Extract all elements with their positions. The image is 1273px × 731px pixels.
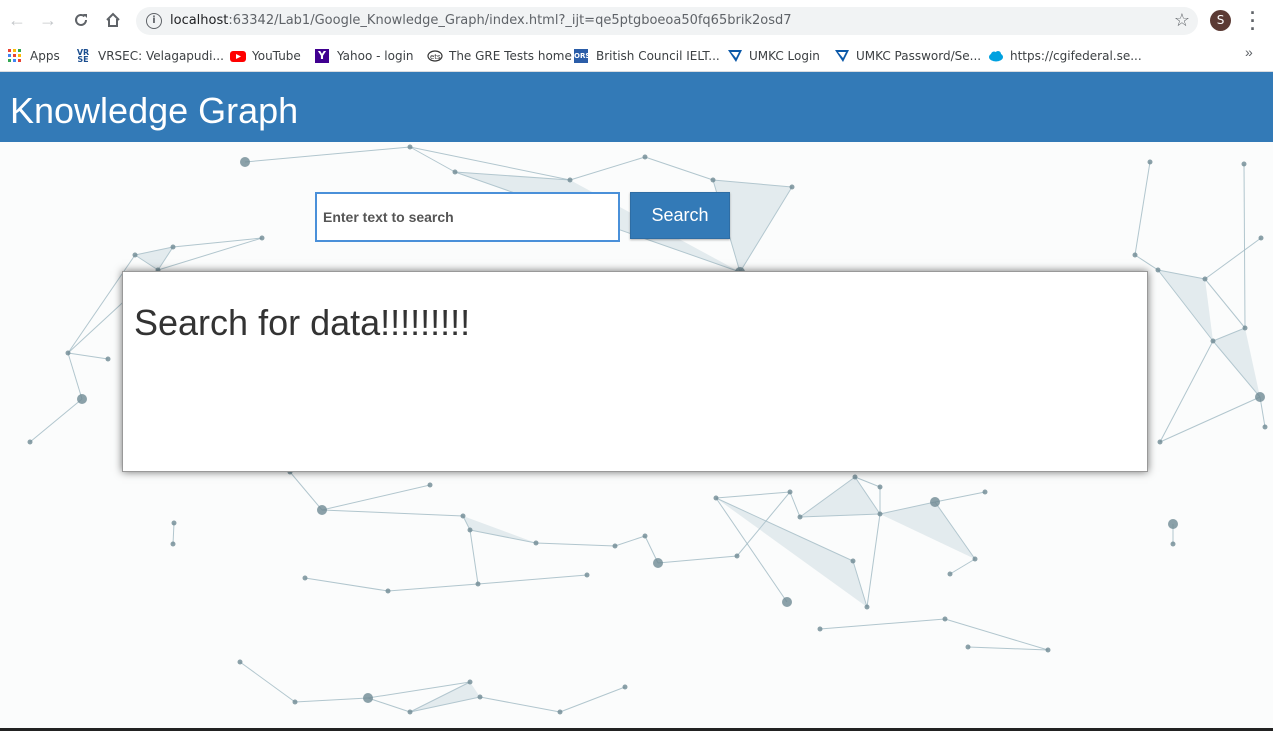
url-host: localhost xyxy=(170,13,229,28)
url-text: localhost:63342/Lab1/Google_Knowledge_Gr… xyxy=(170,13,792,28)
home-icon[interactable] xyxy=(101,8,125,32)
bookmark-label: https://cgifederal.se... xyxy=(1010,49,1142,63)
address-bar[interactable]: i localhost:63342/Lab1/Google_Knowledge_… xyxy=(136,7,1198,35)
search-input[interactable] xyxy=(315,192,620,242)
bookmark-gre[interactable]: ets The GRE Tests home xyxy=(427,46,572,66)
ets-icon: ets xyxy=(427,49,443,63)
bookmark-label: Yahoo - login xyxy=(337,49,414,63)
svg-text:ets: ets xyxy=(430,53,441,61)
bookmarks-overflow-icon[interactable]: » xyxy=(1245,44,1253,60)
page-title: Knowledge Graph xyxy=(10,90,299,131)
url-path: :63342/Lab1/Google_Knowledge_Graph/index… xyxy=(228,13,792,28)
bookmark-label: VRSEC: Velagapudi... xyxy=(98,49,224,63)
umkc-icon xyxy=(834,49,849,63)
vrsec-icon: VR SE xyxy=(76,48,90,64)
bookmark-umkc-password[interactable]: UMKC Password/Se... xyxy=(834,46,981,66)
site-info-icon[interactable]: i xyxy=(146,13,162,29)
apps-grid-icon xyxy=(8,49,22,63)
result-panel: Search for data!!!!!!!!! xyxy=(122,271,1148,472)
reload-icon[interactable] xyxy=(69,8,93,32)
profile-avatar[interactable]: S xyxy=(1210,10,1231,31)
bookmarks-bar: Apps VR SE VRSEC: Velagapudi... YouTube Y… xyxy=(0,41,1273,72)
bookmark-youtube[interactable]: YouTube xyxy=(230,46,301,66)
bookmark-yahoo[interactable]: Y Yahoo - login xyxy=(315,46,414,66)
cloud-icon xyxy=(988,49,1003,63)
browser-toolbar: ← → i localhost:63342/Lab1/Google_Knowle… xyxy=(0,0,1273,41)
bookmark-label: British Council IELT... xyxy=(596,49,720,63)
ielts-icon: ORS xyxy=(574,49,590,63)
page-header: Knowledge Graph xyxy=(0,72,1273,142)
bookmark-label: Apps xyxy=(30,49,60,63)
search-button[interactable]: Search xyxy=(630,192,730,239)
youtube-icon xyxy=(230,49,246,63)
web-page: Knowledge Graph Search Search for data!!… xyxy=(0,72,1273,731)
bookmark-label: UMKC Login xyxy=(749,49,820,63)
bookmark-cgifederal[interactable]: https://cgifederal.se... xyxy=(988,46,1142,66)
umkc-icon xyxy=(727,49,742,63)
yahoo-icon: Y xyxy=(315,49,329,63)
forward-arrow-icon[interactable]: → xyxy=(36,8,60,32)
bookmark-label: The GRE Tests home xyxy=(449,49,572,63)
bookmark-star-icon[interactable]: ☆ xyxy=(1174,10,1190,31)
result-message: Search for data!!!!!!!!! xyxy=(134,302,471,343)
bookmark-apps[interactable]: Apps xyxy=(8,46,60,66)
bookmark-label: YouTube xyxy=(252,49,301,63)
back-arrow-icon[interactable]: ← xyxy=(5,8,29,32)
bookmark-ielts[interactable]: ORS British Council IELT... xyxy=(574,46,720,66)
bookmark-vrsec[interactable]: VR SE VRSEC: Velagapudi... xyxy=(76,46,224,66)
browser-menu-icon[interactable]: · · · xyxy=(1247,4,1259,38)
bookmark-umkc-login[interactable]: UMKC Login xyxy=(727,46,820,66)
bookmark-label: UMKC Password/Se... xyxy=(856,49,982,63)
